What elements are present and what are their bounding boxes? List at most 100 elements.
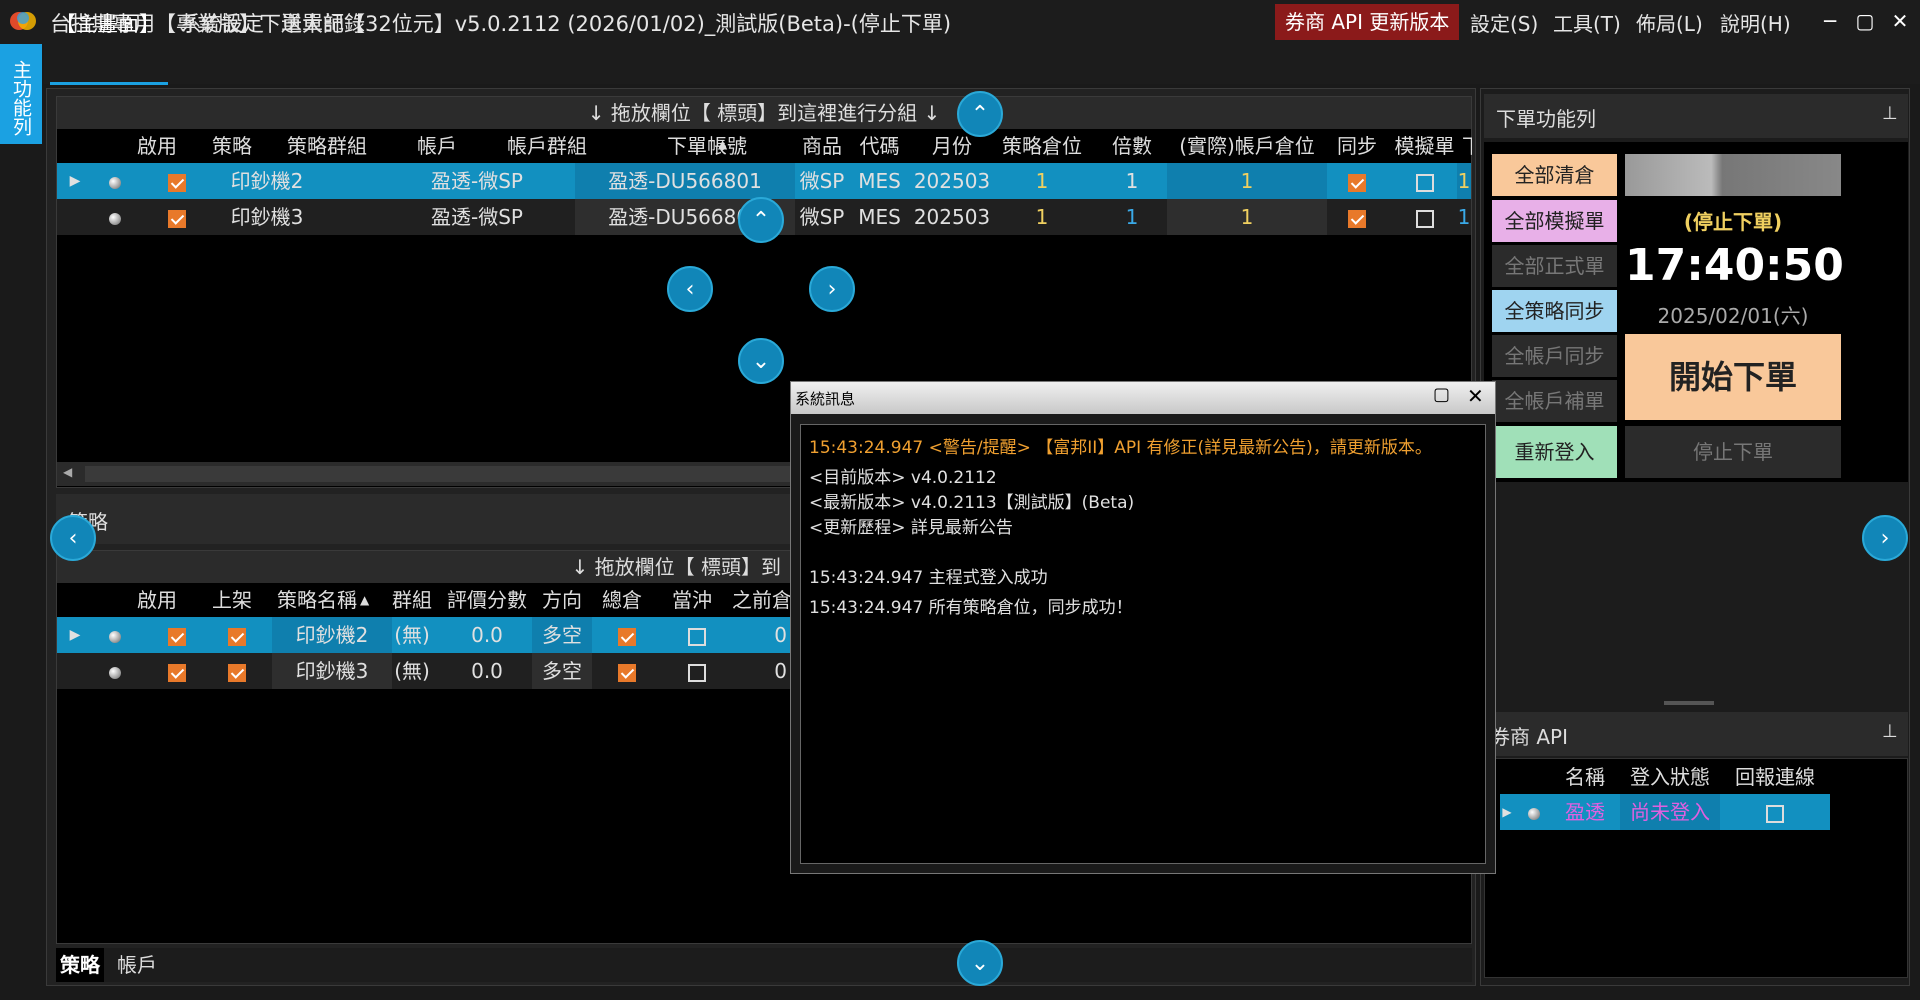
report-connection-checkbox[interactable] [1720, 794, 1830, 830]
minimize-icon[interactable]: ─ [1815, 6, 1845, 36]
nav-up-icon[interactable]: ⌃ [957, 91, 1003, 137]
nav-right-icon[interactable]: › [1862, 515, 1908, 561]
table-row[interactable]: ▶ 印鈔機2 (無) 0.0 多空 0 [57, 617, 791, 653]
sort-asc-icon: ▲ [718, 137, 728, 151]
enable-checkbox[interactable] [147, 653, 207, 689]
row-indicator-icon: ▶ [1502, 805, 1512, 819]
listed-checkbox[interactable] [202, 617, 272, 653]
nav-left-icon[interactable]: ‹ [667, 266, 713, 312]
log-line: 15:43:24.947 主程式登入成功 [809, 568, 1048, 588]
broker-grid-header: 名稱 登入狀態 回報連線 [1500, 760, 1830, 794]
start-order-button[interactable]: 開始下單 [1625, 334, 1841, 420]
col-prev-position[interactable]: 之前倉 [727, 583, 797, 617]
code-cell: MES [858, 169, 901, 193]
total-position-checkbox[interactable] [592, 617, 662, 653]
table-row[interactable]: ▶ 印鈔機2 盈透-微SP 盈透-DU566801 微SP MES 202503… [57, 163, 1471, 199]
menu-help[interactable]: 說明(H) [1720, 8, 1791, 37]
col-score[interactable]: 評價分數 [437, 583, 537, 617]
log-line: <更新歷程> 詳見最新公告 [809, 518, 1013, 538]
col-product[interactable]: 商品 [792, 129, 852, 163]
col-account-group[interactable]: 帳戶群組 [477, 129, 617, 163]
all-account-fill-button[interactable]: 全帳戶補單 [1492, 380, 1617, 422]
scroll-left-icon[interactable]: ◀ [63, 465, 72, 479]
status-dot-icon [97, 199, 133, 235]
col-account[interactable]: 帳戶 [397, 129, 477, 163]
col-daytrade[interactable]: 當沖 [662, 583, 722, 617]
close-icon[interactable]: ✕ [1467, 384, 1484, 408]
daytrade-checkbox[interactable] [662, 617, 732, 653]
col-enable[interactable]: 啟用 [127, 129, 187, 163]
col-order-account[interactable]: 下單帳號 [637, 129, 777, 163]
simulated-checkbox[interactable] [1387, 199, 1462, 235]
col-name[interactable]: 名稱 [1550, 760, 1620, 794]
all-strategy-sync-button[interactable]: 全策略同步 [1492, 290, 1617, 332]
tab-system-settings[interactable]: 系統設定 [180, 8, 264, 38]
direction-cell: 多空 [532, 617, 592, 653]
col-order[interactable]: 下單 [1462, 129, 1472, 163]
group-drop-area[interactable]: ↓ 拖放欄位【 標頭】到這裡進行分組 ↓ [57, 97, 1471, 129]
close-all-button[interactable]: 全部清倉 [1492, 154, 1617, 196]
col-listed[interactable]: 上架 [197, 583, 267, 617]
all-real-button[interactable]: 全部正式單 [1492, 245, 1617, 287]
score-cell: 0.0 [471, 659, 503, 683]
col-total-position[interactable]: 總倉 [592, 583, 652, 617]
tab-main[interactable]: 【主畫面】 [55, 8, 160, 38]
col-report-connection[interactable]: 回報連線 [1720, 760, 1830, 794]
col-actual-account-position[interactable]: (實際)帳戶倉位 [1167, 129, 1327, 163]
menu-settings[interactable]: 設定(S) [1470, 8, 1538, 37]
tab-account[interactable]: 帳戶 [112, 948, 162, 982]
log-line: <最新版本> v4.0.2113【測試版】(Beta) [809, 493, 1135, 513]
menu-layout[interactable]: 佈局(L) [1636, 8, 1703, 37]
group-cell: (無) [394, 659, 430, 683]
sync-checkbox[interactable] [1327, 163, 1387, 199]
strategy-cell: 印鈔機3 [230, 205, 304, 229]
broker-api-update-button[interactable]: 券商 API 更新版本 [1275, 4, 1460, 40]
tab-order-log[interactable]: 送單記錄 [281, 8, 365, 38]
simulated-checkbox[interactable] [1387, 163, 1462, 199]
dialog-title-bar[interactable]: 系統訊息 ▢ ✕ [791, 382, 1495, 414]
daytrade-checkbox[interactable] [662, 653, 732, 689]
col-strategy-group[interactable]: 策略群組 [277, 129, 377, 163]
pin-icon[interactable]: ⊥ [1882, 103, 1898, 124]
nav-right-icon[interactable]: › [809, 266, 855, 312]
table-row[interactable]: 印鈔機3 (無) 0.0 多空 0 [57, 653, 791, 689]
sync-checkbox[interactable] [1327, 199, 1387, 235]
all-simulated-button[interactable]: 全部模擬單 [1492, 200, 1617, 242]
col-sync[interactable]: 同步 [1327, 129, 1387, 163]
status-dot-icon [1522, 794, 1546, 830]
col-strategy[interactable]: 策略 [197, 129, 267, 163]
broker-panel-header: 券商 API ⊥ [1484, 712, 1908, 756]
col-strategy-position[interactable]: 策略倉位 [987, 129, 1097, 163]
relogin-button[interactable]: 重新登入 [1492, 426, 1617, 478]
splitter-handle[interactable] [1664, 701, 1714, 705]
stop-order-button[interactable]: 停止下單 [1625, 426, 1841, 478]
side-tab-main-functions[interactable]: 主功能列 [0, 44, 42, 144]
col-strategy-name[interactable]: 策略名稱 [262, 583, 372, 617]
maximize-icon[interactable]: ▢ [1433, 384, 1450, 405]
menu-tools[interactable]: 工具(T) [1553, 8, 1621, 37]
nav-down-icon[interactable]: ⌄ [957, 940, 1003, 986]
col-login-status[interactable]: 登入狀態 [1620, 760, 1720, 794]
table-row[interactable]: ▶ 盈透 尚未登入 [1500, 794, 1830, 830]
listed-checkbox[interactable] [202, 653, 272, 689]
order-panel-header: 下單功能列 ⊥ [1484, 94, 1908, 138]
col-group[interactable]: 群組 [382, 583, 442, 617]
nav-up-icon[interactable]: ⌃ [738, 197, 784, 243]
tab-strategy[interactable]: 策略 [56, 948, 104, 982]
nav-left-icon[interactable]: ‹ [50, 515, 96, 561]
broker-name-cell: 盈透 [1565, 800, 1605, 824]
pin-icon[interactable]: ⊥ [1882, 721, 1898, 742]
col-multiplier[interactable]: 倍數 [1097, 129, 1167, 163]
maximize-icon[interactable]: ▢ [1850, 6, 1880, 36]
col-code[interactable]: 代碼 [852, 129, 907, 163]
col-simulated[interactable]: 模擬單 [1387, 129, 1462, 163]
nav-down-icon[interactable]: ⌄ [738, 338, 784, 384]
col-enable[interactable]: 啟用 [127, 583, 187, 617]
col-direction[interactable]: 方向 [532, 583, 592, 617]
total-position-checkbox[interactable] [592, 653, 662, 689]
group-drop-area[interactable]: ↓ 拖放欄位【 標頭】到 [57, 551, 791, 583]
enable-checkbox[interactable] [147, 617, 207, 653]
multiplier-cell: 1 [1125, 169, 1139, 193]
close-icon[interactable]: ✕ [1885, 6, 1915, 36]
all-account-sync-button[interactable]: 全帳戶同步 [1492, 335, 1617, 377]
